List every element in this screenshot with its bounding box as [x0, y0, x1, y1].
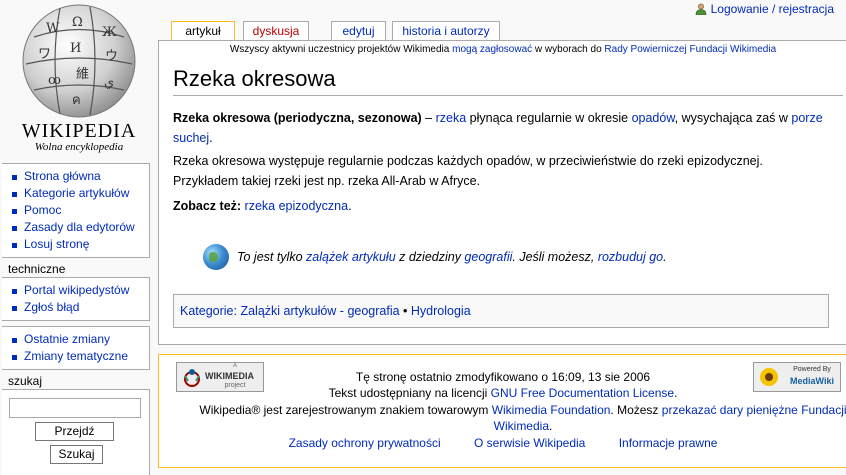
tab-discussion[interactable]: dyskusja: [243, 21, 309, 41]
svg-text:И: И: [70, 41, 81, 56]
category-links: Kategorie: Zalążki artykułów - geografia…: [173, 294, 829, 328]
logo-tagline: Wolna encyklopedia: [34, 141, 124, 153]
stub-end: .: [663, 250, 667, 264]
logo-wordmark: WIKIPEDIA: [21, 120, 137, 142]
categories-label[interactable]: Kategorie: [180, 304, 234, 318]
tab-history-label: historia i autorzy: [402, 24, 490, 38]
category-hydrology[interactable]: Hydrologia: [411, 304, 471, 318]
link-opadow[interactable]: opadów: [632, 111, 675, 125]
stub-text2: z dziedziny: [395, 250, 465, 264]
login-link[interactable]: Logowanie / rejestracja: [695, 2, 834, 16]
trademark-mid: . Możesz: [610, 403, 662, 417]
nav-related-changes[interactable]: Zmiany tematyczne: [10, 348, 149, 365]
svg-text:Ω: Ω: [72, 15, 83, 30]
license-line: Tekst udostępniany na licencji GNU Free …: [159, 385, 846, 401]
svg-text:ค: ค: [72, 93, 81, 108]
nav-main-page[interactable]: Strona główna: [10, 168, 149, 185]
tab-history[interactable]: historia i autorzy: [392, 21, 500, 41]
article-lead-bold: Rzeka okresowa (periodyczna, sezonowa): [173, 111, 422, 125]
stub-text1: To jest tylko: [237, 250, 307, 264]
stub-text3: . Jeśli możesz,: [512, 250, 598, 264]
link-rzeka[interactable]: rzeka: [436, 111, 467, 125]
svg-text:ウ: ウ: [105, 49, 118, 64]
p1-text1: płynąca regularnie w okresie: [466, 111, 632, 125]
stub-notice: To jest tylko zalążek artykułu z dziedzi…: [203, 244, 803, 270]
see-also-label: Zobacz też:: [173, 199, 242, 213]
donate-link-cont[interactable]: Wikimedia: [494, 419, 549, 433]
nav-random[interactable]: Losuj stronę: [10, 236, 149, 253]
article-paragraph-2: Rzeka okresowa występuje regularnie podc…: [173, 151, 833, 191]
svg-text:ي: ي: [104, 75, 114, 90]
category-bullet: •: [399, 304, 411, 318]
link-stub[interactable]: zalążek artykułu: [306, 250, 396, 264]
login-label[interactable]: Logowanie / rejestracja: [711, 2, 834, 16]
tech-heading: techniczne: [8, 262, 66, 276]
puzzle-globe-icon: W Ω Ж ワ И ウ ꝏ 維 ي ค: [22, 4, 136, 118]
tab-article-label: artykuł: [185, 24, 221, 38]
svg-text:ꝏ: ꝏ: [48, 73, 61, 88]
footer-links: Zasady ochrony prywatności O serwisie Wi…: [159, 435, 846, 451]
page-title: Rzeka okresowa: [173, 65, 843, 96]
disclaimer-link[interactable]: Informacje prawne: [619, 436, 718, 450]
category-geography-stubs[interactable]: Zalążki artykułów - geografia: [240, 304, 399, 318]
link-rzeka-epizodyczna[interactable]: rzeka epizodyczna: [245, 199, 349, 213]
license-text: Tekst udostępniany na licencji: [328, 386, 491, 400]
wikipedia-logo[interactable]: W Ω Ж ワ И ウ ꝏ 維 ي ค WIKIPEDIA Wolna ency…: [0, 0, 158, 160]
donate-link[interactable]: przekazać dary pieniężne Fundacji: [662, 403, 846, 417]
link-geografia[interactable]: geografii: [464, 250, 512, 264]
trademark-line-2: Wikimedia.: [159, 418, 846, 434]
tab-discussion-label: dyskusja: [252, 24, 300, 38]
nav-community-portal[interactable]: Portal wikipedystów: [10, 282, 149, 299]
nav-recent-changes[interactable]: Ostatnie zmiany: [10, 331, 149, 348]
link-expand[interactable]: rozbuduj go: [598, 250, 663, 264]
site-notice: Wszyscy aktywni uczestnicy projektów Wik…: [159, 44, 846, 55]
wikimedia-foundation-link[interactable]: Wikimedia Foundation: [492, 403, 611, 417]
p2-line2: Przykładem takiej rzeki jest np. rzeka A…: [173, 174, 481, 188]
tab-edit-label: edytuj: [342, 24, 375, 38]
navigation-portlet: Strona główna Kategorie artykułów Pomoc …: [2, 163, 150, 258]
board-link[interactable]: Rady Powierniczej Fundacji Wikimedia: [604, 44, 776, 55]
dash: –: [421, 111, 436, 125]
svg-text:ワ: ワ: [38, 47, 51, 62]
trademark-text: Wikipedia® jest zarejestrowanym znakiem …: [199, 403, 492, 417]
p1-text2: , wysychająca zaś w: [674, 111, 792, 125]
p1-end: .: [209, 131, 213, 145]
last-modified: Tę stronę ostatnio zmodyfikowano o 16:09…: [355, 370, 651, 384]
nav-report-bug[interactable]: Zgłoś błąd: [10, 299, 149, 316]
see-also-end: .: [348, 199, 352, 213]
tech-portlet: techniczne Portal wikipedystów Zgłoś błą…: [2, 262, 150, 321]
svg-text:維: 維: [76, 67, 89, 82]
search-heading: szukaj: [8, 374, 43, 388]
svg-text:Ж: Ж: [102, 25, 117, 40]
earth-globe-icon: [203, 244, 229, 270]
search-button[interactable]: Szukaj: [50, 445, 103, 464]
nav-editor-rules[interactable]: Zasady dla edytorów: [10, 219, 149, 236]
article-paragraph-1: Rzeka okresowa (periodyczna, sezonowa) –…: [173, 108, 833, 148]
license-link[interactable]: GNU Free Documentation License: [491, 386, 674, 400]
content-area: Wszyscy aktywni uczestnicy projektów Wik…: [158, 40, 846, 345]
nav-help[interactable]: Pomoc: [10, 202, 149, 219]
license-end: .: [674, 386, 678, 400]
p2-line1: Rzeka okresowa występuje regularnie podc…: [173, 154, 763, 168]
search-input[interactable]: [9, 398, 141, 418]
footer: A WIKIMEDIA project Powered By MediaWiki…: [158, 354, 846, 468]
site-notice-prefix: Wszyscy aktywni uczestnicy projektów Wik…: [229, 44, 453, 55]
privacy-link[interactable]: Zasady ochrony prywatności: [289, 436, 441, 450]
trademark-end: .: [549, 419, 553, 433]
user-icon: [695, 3, 707, 16]
see-also: Zobacz też: rzeka epizodyczna.: [173, 196, 833, 216]
tab-article[interactable]: artykuł: [171, 21, 235, 42]
site-notice-middle: w wyborach do: [532, 44, 605, 55]
tab-edit[interactable]: edytuj: [331, 21, 386, 41]
nav-categories[interactable]: Kategorie artykułów: [10, 185, 149, 202]
svg-text:W: W: [46, 21, 60, 36]
trademark-line: Wikipedia® jest zarejestrowanym znakiem …: [159, 402, 846, 418]
vote-link[interactable]: mogą zagłosować: [452, 44, 532, 55]
changes-portlet: Ostatnie zmiany Zmiany tematyczne: [2, 326, 150, 370]
go-button[interactable]: Przejdź: [35, 422, 114, 441]
about-link[interactable]: O serwisie Wikipedia: [474, 436, 585, 450]
